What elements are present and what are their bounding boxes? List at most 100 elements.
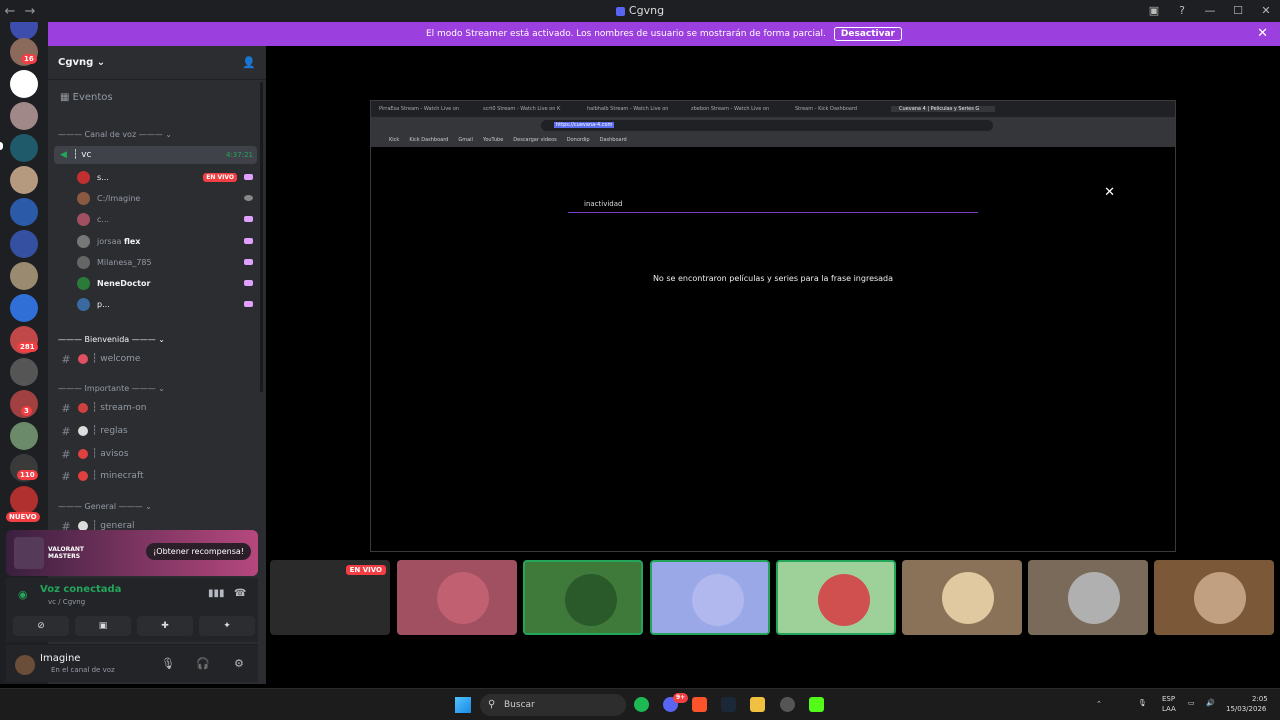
voice-user[interactable]: jorsaa flex [77, 231, 257, 251]
voice-user[interactable]: c... [77, 209, 257, 229]
tray-chevron-icon[interactable]: ⌃ [1096, 700, 1102, 708]
language-bottom[interactable]: LAA [1162, 705, 1176, 713]
server-icon[interactable] [10, 262, 38, 290]
mention-badge: 3 [21, 406, 32, 416]
participant-tile[interactable] [1028, 560, 1148, 635]
browser-tab[interactable]: zbebon Stream - Watch Live on [683, 106, 787, 112]
category-bienvenida[interactable]: ——— Bienvenida ——— ⌄ [58, 335, 165, 344]
voice-user[interactable]: p... [77, 294, 257, 314]
voice-user[interactable]: s... EN VIVO [77, 167, 257, 187]
category-general[interactable]: ——— General ——— ⌄ [58, 502, 152, 511]
site-search-input[interactable]: inactividad [568, 195, 978, 213]
activities-button[interactable]: ✚ [137, 616, 193, 636]
voice-user[interactable]: C:/Imagine [77, 188, 257, 208]
bookmark[interactable]: Gmail [458, 137, 473, 143]
minimize-button[interactable]: — [1196, 0, 1224, 22]
url-field[interactable]: https://cuevana-4.com [541, 119, 993, 131]
mic-tray-icon[interactable]: 🎙 [1138, 699, 1147, 707]
bookmark[interactable]: Kick [389, 137, 399, 143]
participant-tile[interactable] [523, 560, 643, 635]
participant-tile[interactable] [902, 560, 1022, 635]
bookmark[interactable]: Kick Dashboard [409, 137, 448, 143]
server-icon[interactable] [10, 422, 38, 450]
stream-tile[interactable]: EN VIVO [270, 560, 390, 635]
channel-welcome[interactable]: # ┆ welcome [54, 349, 259, 369]
kick-icon[interactable] [809, 697, 824, 712]
browser-tab-active[interactable]: Cuevana 4 | Películas y Series G [891, 106, 995, 112]
steam-icon[interactable] [721, 697, 736, 712]
username[interactable]: Imagine [40, 653, 80, 664]
participant-tile[interactable] [776, 560, 896, 635]
inbox-icon[interactable]: ▣ [1140, 0, 1168, 22]
settings-gear-icon[interactable]: ⚙ [234, 657, 244, 670]
close-button[interactable]: ✕ [1252, 0, 1280, 22]
voice-channel-vc[interactable]: ◀ ┆ vc 4:37:21 [54, 146, 257, 164]
browser-tab[interactable]: Stream - Kick Dashboard [787, 106, 891, 112]
logo-line: MASTERS [48, 553, 81, 560]
file-explorer-icon[interactable] [750, 697, 765, 712]
taskbar-search[interactable]: ⚲ Buscar [480, 694, 626, 716]
browser-tab[interactable]: PirraEsa Stream - Watch Live on [371, 106, 475, 112]
bookmark[interactable]: Donordip [567, 137, 590, 143]
network-icon[interactable]: ▭ [1188, 699, 1195, 707]
camera-off-button[interactable]: ⊘ [13, 616, 69, 636]
screen-share-button[interactable]: ▣ [75, 616, 131, 636]
server-icon[interactable] [10, 102, 38, 130]
server-icon[interactable] [10, 358, 38, 386]
headphones-icon[interactable]: 🎧 [196, 657, 210, 670]
channel-name: ┆ welcome [92, 354, 141, 364]
spotify-icon[interactable] [634, 697, 649, 712]
channel-avisos[interactable]: # ┆ avisos [54, 444, 259, 464]
disconnect-icon[interactable]: ☎ [234, 588, 246, 599]
voice-status[interactable]: Voz conectada [40, 584, 121, 595]
windows-start-icon[interactable] [455, 697, 471, 713]
category-voice[interactable]: ——— Canal de voz ——— ⌄ [58, 130, 172, 139]
browser-tab[interactable]: scrt0 Stream - Watch Live on K [475, 106, 579, 112]
microphone-icon[interactable]: 🎙 [161, 657, 175, 670]
help-icon[interactable]: ? [1168, 0, 1196, 22]
server-icon-eno[interactable] [10, 70, 38, 98]
avatar [77, 234, 90, 248]
clock-date[interactable]: 15/03/2026 [1226, 705, 1266, 713]
clock-time[interactable]: 2:05 [1252, 695, 1268, 703]
close-icon[interactable]: ✕ [1104, 185, 1115, 200]
browser-tab[interactable]: halbhalb Stream - Watch Live on [579, 106, 683, 112]
scrollbar[interactable] [260, 82, 263, 392]
noise-suppression-icon[interactable]: ▮▮▮ [208, 588, 225, 599]
banner-close-icon[interactable]: ✕ [1257, 26, 1268, 41]
server-header[interactable]: Cgvng ⌄ 👤 [48, 46, 266, 80]
events-item[interactable]: ▦ Eventos [60, 92, 113, 103]
server-icon[interactable] [10, 134, 38, 162]
language-top[interactable]: ESP [1162, 695, 1175, 703]
avatar[interactable] [15, 655, 35, 675]
channel-minecraft[interactable]: # ┆ minecraft [54, 466, 259, 486]
participant-tile[interactable] [397, 560, 517, 635]
obs-icon[interactable] [780, 697, 795, 712]
brave-icon[interactable] [692, 697, 707, 712]
server-icon[interactable] [10, 294, 38, 322]
signal-icon[interactable]: ◉ [18, 588, 32, 602]
soundboard-button[interactable]: ✦ [199, 616, 255, 636]
voice-user[interactable]: NeneDoctor [77, 273, 257, 293]
promo-banner[interactable]: VALORANT MASTERS ¡Obtener recompensa! [6, 530, 258, 576]
voice-user[interactable]: Milanesa_785 [77, 252, 257, 272]
server-icon[interactable] [10, 166, 38, 194]
channel-emoji-icon [78, 471, 88, 481]
volume-icon[interactable]: 🔊 [1206, 699, 1215, 707]
channel-stream-on[interactable]: # ┆ stream-on [54, 398, 259, 418]
participant-tile[interactable] [650, 560, 770, 635]
channel-reglas[interactable]: # ┆ reglas [54, 421, 259, 441]
invite-people-icon[interactable]: 👤 [242, 56, 256, 69]
category-importante[interactable]: ——— Importante ——— ⌄ [58, 384, 165, 393]
bookmark[interactable]: Dashboard [600, 137, 627, 143]
server-icon[interactable] [10, 230, 38, 258]
bookmark[interactable]: Descargar videos [513, 137, 556, 143]
bookmark[interactable]: YouTube [483, 137, 503, 143]
deactivate-button[interactable]: Desactivar [833, 27, 902, 41]
stream-view[interactable]: PirraEsa Stream - Watch Live on scrt0 St… [370, 100, 1176, 552]
server-icon[interactable] [10, 486, 38, 514]
maximize-button[interactable]: ☐ [1224, 0, 1252, 22]
server-icon[interactable] [10, 198, 38, 226]
get-reward-button[interactable]: ¡Obtener recompensa! [146, 543, 251, 560]
participant-tile[interactable] [1154, 560, 1274, 635]
